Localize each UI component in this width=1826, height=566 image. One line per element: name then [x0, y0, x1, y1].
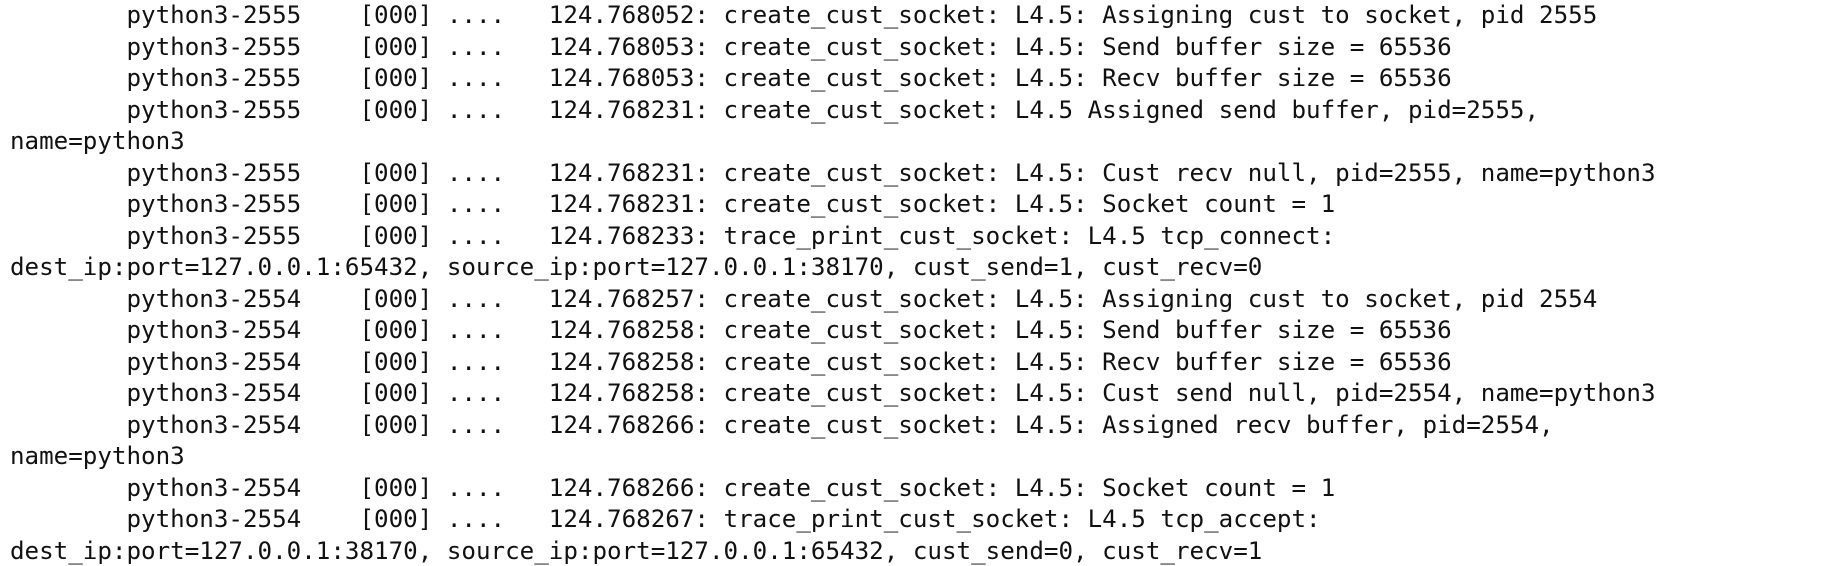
log-line: python3-2555 [000] .... 124.768052: crea…	[10, 1, 1598, 29]
log-line: python3-2555 [000] .... 124.768231: crea…	[10, 95, 1540, 124]
log-line: python3-2555 [000] .... 124.768053: crea…	[10, 32, 1452, 61]
log-line-wrap: dest_ip:port=127.0.0.1:38170, source_ip:…	[10, 536, 1263, 565]
log-line: python3-2555 [000] .... 124.768053: crea…	[10, 64, 1452, 92]
log-line: python3-2554 [000] .... 124.768266: crea…	[10, 410, 1554, 439]
terminal-output[interactable]: python3-2555 [000] .... 124.768052: crea…	[0, 0, 1826, 566]
log-line: python3-2554 [000] .... 124.768258: crea…	[10, 379, 1656, 407]
log-line: python3-2554 [000] .... 124.768266: crea…	[10, 473, 1336, 502]
log-line: python3-2555 [000] .... 124.768233: trac…	[10, 221, 1336, 250]
log-line-wrap: name=python3	[10, 127, 185, 155]
log-line: python3-2555 [000] .... 124.768231: crea…	[10, 158, 1656, 187]
log-line-wrap: dest_ip:port=127.0.0.1:65432, source_ip:…	[10, 253, 1263, 281]
log-line: python3-2555 [000] .... 124.768231: crea…	[10, 190, 1336, 218]
log-line: python3-2554 [000] .... 124.768258: crea…	[10, 347, 1452, 376]
log-line: python3-2554 [000] .... 124.768257: crea…	[10, 284, 1598, 313]
log-line: python3-2554 [000] .... 124.768267: trac…	[10, 505, 1321, 533]
log-line: python3-2554 [000] .... 124.768258: crea…	[10, 316, 1452, 344]
log-line-wrap: name=python3	[10, 442, 185, 470]
